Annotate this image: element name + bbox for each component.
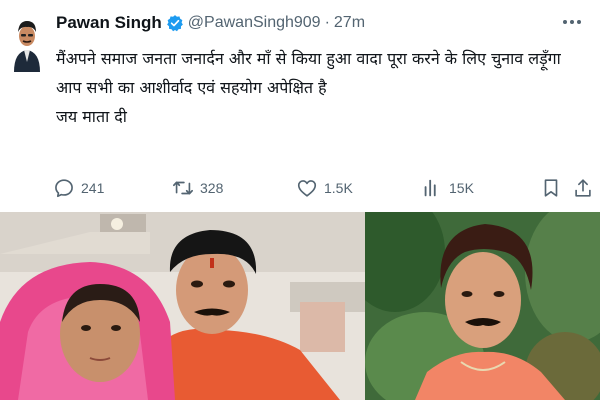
tweet-card: Pawan Singh @PawanSingh909 · 27m मैंअपने… [0,0,600,212]
reply-count: 241 [81,180,105,196]
retweet-count: 328 [200,180,224,196]
like-button[interactable]: 1.5K [296,171,353,205]
photo-with-mother[interactable] [0,212,365,400]
share-button[interactable] [572,171,594,205]
photo-collage [0,212,600,400]
avatar[interactable] [8,8,46,74]
reply-button[interactable]: 241 [53,171,104,205]
tweet-text-line: मैंअपने समाज जनता जनार्दन और माँ से किया… [56,49,561,68]
bookmark-button[interactable] [540,171,562,205]
share-icon [575,179,591,197]
portrait-photo[interactable] [365,212,600,400]
tweet-timestamp[interactable]: 27m [334,14,365,32]
author-handle[interactable]: @PawanSingh909 [188,14,321,32]
retweet-icon [173,181,193,195]
like-count: 1.5K [324,180,353,196]
views-count: 15K [449,180,474,196]
retweet-button[interactable]: 328 [172,171,223,205]
heart-icon [297,180,317,197]
tweet-text-line: आप सभी का आशीर्वाद एवं सहयोग अपेक्षित है [56,78,327,97]
reply-icon [55,179,73,198]
tweet-header: Pawan Singh @PawanSingh909 · 27m [56,11,365,35]
separator-dot: · [324,14,330,31]
tweet-text-line: जय माता दी [56,107,127,126]
more-options-icon[interactable] [562,14,582,30]
views-bar-chart-icon [424,179,436,197]
verified-badge-icon [166,14,184,32]
views-button[interactable]: 15K [421,171,474,205]
tweet-actions-bar: 241 328 1.5K 15K [0,171,600,205]
bookmark-icon [544,179,558,197]
author-name[interactable]: Pawan Singh [56,13,162,33]
tweet-text: मैंअपने समाज जनता जनार्दन और माँ से किया… [56,44,576,131]
